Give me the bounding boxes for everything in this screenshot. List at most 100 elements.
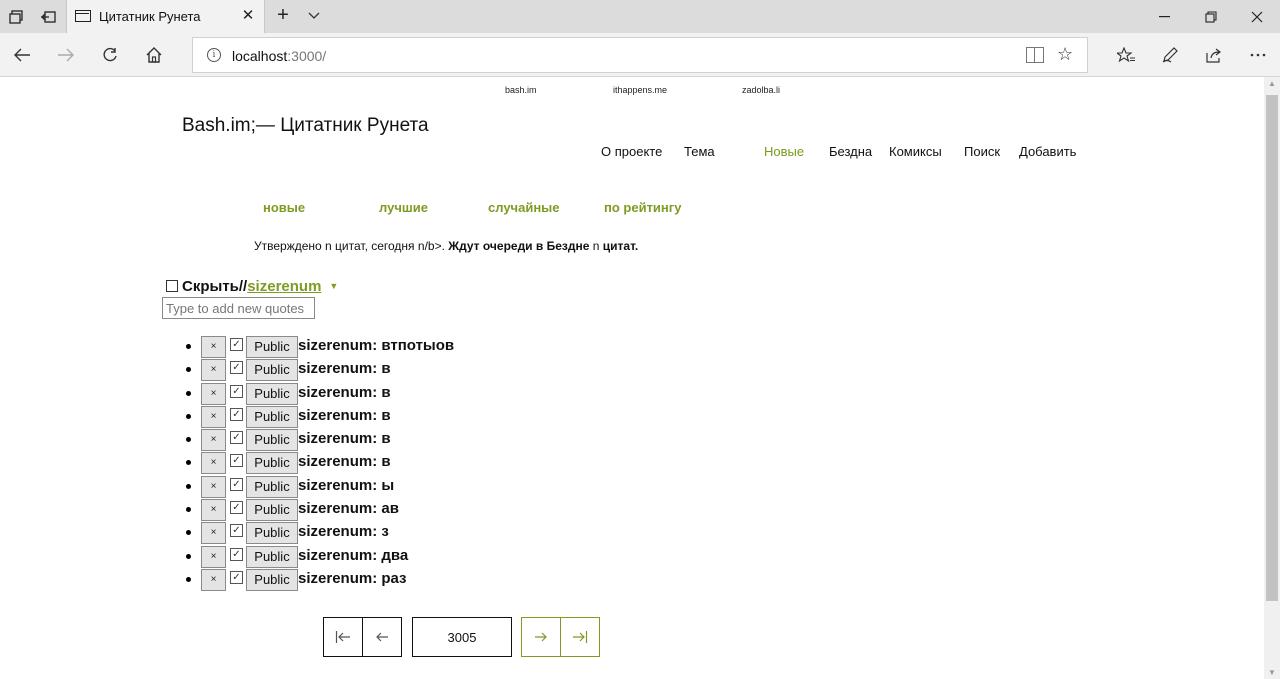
delete-button[interactable]: × [201, 429, 226, 452]
publish-checkbox[interactable]: ✓ [230, 361, 243, 375]
quote-text: sizerenum: з [298, 523, 389, 541]
public-button[interactable]: Public [246, 452, 298, 475]
publish-checkbox[interactable]: ✓ [230, 524, 243, 538]
public-button[interactable]: Public [246, 336, 298, 358]
public-button[interactable]: Public [246, 382, 298, 405]
delete-button[interactable]: × [201, 405, 226, 428]
quote-text: sizerenum: в [298, 383, 391, 401]
sub-nav-random[interactable]: случайные [488, 200, 560, 215]
bullet-icon [186, 483, 191, 489]
user-link[interactable]: sizerenum [247, 278, 321, 295]
bullet-icon [186, 437, 191, 443]
info-icon[interactable]: i [207, 48, 221, 62]
next-page-icon[interactable] [522, 618, 560, 656]
restore-icon[interactable] [1188, 0, 1234, 33]
tab-actions-icon[interactable] [0, 0, 32, 33]
publish-checkbox[interactable]: ✓ [230, 338, 243, 351]
top-link-ithappens[interactable]: ithappens.me [613, 85, 667, 95]
public-button[interactable]: Public [246, 429, 298, 452]
scroll-thumb[interactable] [1266, 95, 1278, 601]
star-icon[interactable]: ☆ [1057, 44, 1073, 65]
bullet-icon [186, 390, 191, 396]
browser-nav-bar: i localhost:3000/ ☆ [0, 33, 1280, 77]
prev-page-icon[interactable] [363, 618, 401, 656]
nav-item-new[interactable]: Новые [764, 144, 804, 159]
quote-text: sizerenum: в [298, 406, 391, 424]
public-button[interactable]: Public [246, 568, 298, 591]
nav-item-comics[interactable]: Комиксы [889, 144, 942, 159]
first-page-icon[interactable] [324, 618, 362, 656]
favorites-icon[interactable] [1104, 33, 1148, 77]
publish-checkbox[interactable]: ✓ [230, 477, 243, 491]
tab-close-icon[interactable]: ✕ [238, 6, 258, 26]
more-icon[interactable] [1236, 33, 1280, 77]
public-button[interactable]: Public [246, 405, 298, 428]
reading-view-icon[interactable] [1026, 47, 1044, 63]
caret-down-icon[interactable]: ▼ [329, 281, 338, 291]
publish-checkbox[interactable]: ✓ [230, 407, 243, 421]
delete-button[interactable]: × [201, 568, 226, 591]
bullet-icon [186, 413, 191, 419]
public-button[interactable]: Public [246, 475, 298, 498]
new-tab-button[interactable]: + [272, 0, 294, 33]
chevron-down-icon[interactable] [302, 0, 326, 33]
public-button[interactable]: Public [246, 522, 298, 545]
sub-nav-rating[interactable]: по рейтингу [604, 200, 681, 215]
bullet-icon [186, 460, 191, 466]
top-link-zadolba[interactable]: zadolba.li [742, 85, 780, 95]
page-scrollbar[interactable]: ▲ ▼ [1264, 77, 1280, 679]
tab-current[interactable]: Цитатник Рунета ✕ [66, 0, 265, 33]
delete-button[interactable]: × [201, 382, 226, 405]
bullet-icon [186, 507, 191, 513]
address-bar[interactable]: i localhost:3000/ ☆ [192, 37, 1088, 73]
top-link-bash[interactable]: bash.im [505, 85, 537, 95]
hide-checkbox[interactable] [166, 280, 178, 292]
back-icon[interactable] [0, 33, 44, 77]
public-button[interactable]: Public [246, 499, 298, 522]
delete-button[interactable]: × [201, 545, 226, 568]
address-text[interactable]: localhost:3000/ [232, 48, 326, 64]
minimize-icon[interactable] [1142, 0, 1188, 33]
share-icon[interactable] [1192, 33, 1236, 77]
publish-checkbox[interactable]: ✓ [230, 454, 243, 468]
page-number-box[interactable]: 3005 [412, 617, 512, 657]
pen-icon[interactable] [1148, 33, 1192, 77]
nav-item-theme[interactable]: Тема [684, 144, 715, 159]
delete-button[interactable]: × [201, 522, 226, 545]
nav-item-add[interactable]: Добавить [1019, 144, 1076, 159]
public-button[interactable]: Public [246, 545, 298, 568]
forward-icon[interactable] [44, 33, 88, 77]
publish-checkbox[interactable]: ✓ [230, 570, 243, 584]
quote-text: sizerenum: в [298, 430, 391, 448]
scroll-down-icon[interactable]: ▼ [1268, 668, 1276, 677]
publish-checkbox[interactable]: ✓ [230, 384, 243, 398]
nav-item-about[interactable]: О проекте [601, 144, 662, 159]
delete-button[interactable]: × [201, 452, 226, 475]
sub-nav-new[interactable]: новые [263, 200, 305, 215]
tab-title: Цитатник Рунета [99, 9, 201, 24]
publish-checkbox[interactable]: ✓ [230, 547, 243, 561]
public-button[interactable]: Public [246, 359, 298, 382]
nav-item-search[interactable]: Поиск [964, 144, 1000, 159]
sub-nav-best[interactable]: лучшие [379, 200, 428, 215]
close-window-icon[interactable] [1234, 0, 1280, 33]
scroll-up-icon[interactable]: ▲ [1268, 79, 1276, 88]
last-page-icon[interactable] [561, 618, 599, 656]
publish-checkbox[interactable]: ✓ [230, 431, 243, 445]
site-title[interactable]: Bash.im;— Цитатник Рунета [182, 115, 429, 137]
set-tabs-aside-icon[interactable] [32, 0, 64, 33]
delete-button[interactable]: × [201, 499, 226, 522]
bullet-icon [186, 553, 191, 559]
publish-checkbox[interactable]: ✓ [230, 501, 243, 515]
delete-button[interactable]: × [201, 475, 226, 498]
delete-button[interactable]: × [201, 336, 226, 358]
home-icon[interactable] [132, 33, 176, 77]
stats-approved: Утверждено n цитат, сегодня n/b>. [254, 239, 449, 253]
refresh-icon[interactable] [88, 33, 132, 77]
new-quote-input[interactable] [162, 297, 315, 319]
bullet-icon [186, 367, 191, 373]
stats-line: Утверждено n цитат, сегодня n/b>. Ждут о… [254, 239, 638, 253]
nav-item-abyss[interactable]: Бездна [829, 144, 872, 159]
delete-button[interactable]: × [201, 359, 226, 382]
pager-forward-group [521, 617, 600, 657]
